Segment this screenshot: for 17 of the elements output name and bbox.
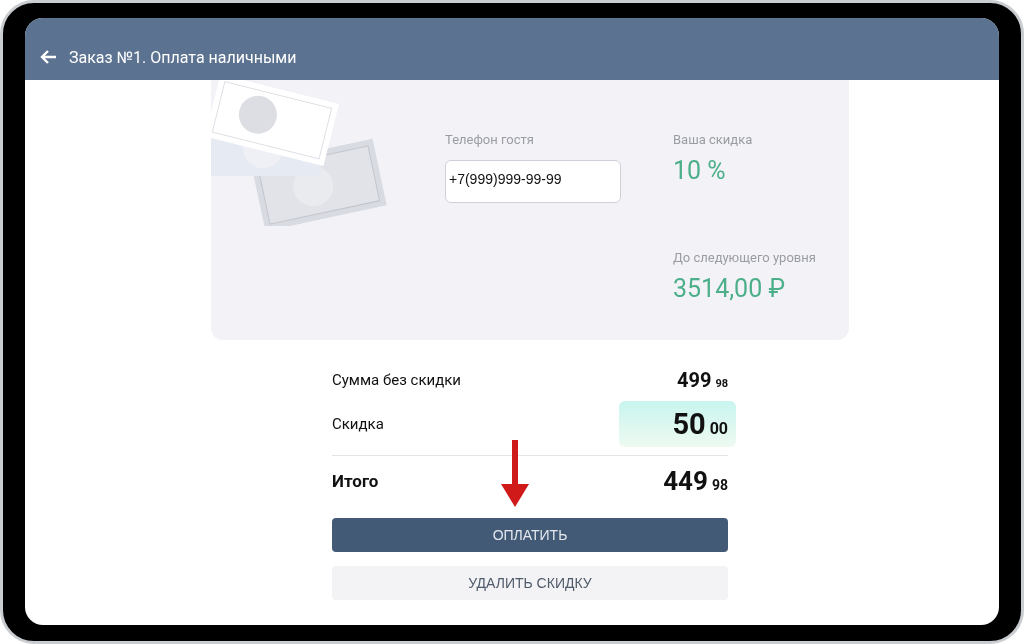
- remove-discount-button[interactable]: УДАЛИТЬ СКИДКУ: [332, 566, 728, 600]
- next-level-label: До следующего уровня: [673, 250, 816, 266]
- down-arrow-icon: [500, 440, 530, 508]
- summary-label: Скидка: [332, 415, 384, 433]
- discount-value: 10 %: [673, 156, 727, 186]
- next-level-value: 3514,00 ₽: [673, 274, 786, 304]
- pay-button[interactable]: ОПЛАТИТЬ: [332, 518, 728, 552]
- summary-label: Итого: [332, 471, 379, 491]
- summary-label: Сумма без скидки: [332, 371, 462, 389]
- summary-amount: 499 98: [676, 368, 728, 392]
- phone-field[interactable]: +7(999)999-99-99: [445, 160, 621, 203]
- summary-amount: 449 98: [663, 466, 728, 496]
- discount-label: Ваша скидка: [673, 132, 754, 148]
- field-label: Телефон гостя: [445, 132, 535, 148]
- screen-title: Заказ №1. Оплата наличными: [69, 48, 297, 68]
- discount-amount: 50 00: [619, 401, 736, 447]
- back-arrow-icon: [39, 49, 57, 65]
